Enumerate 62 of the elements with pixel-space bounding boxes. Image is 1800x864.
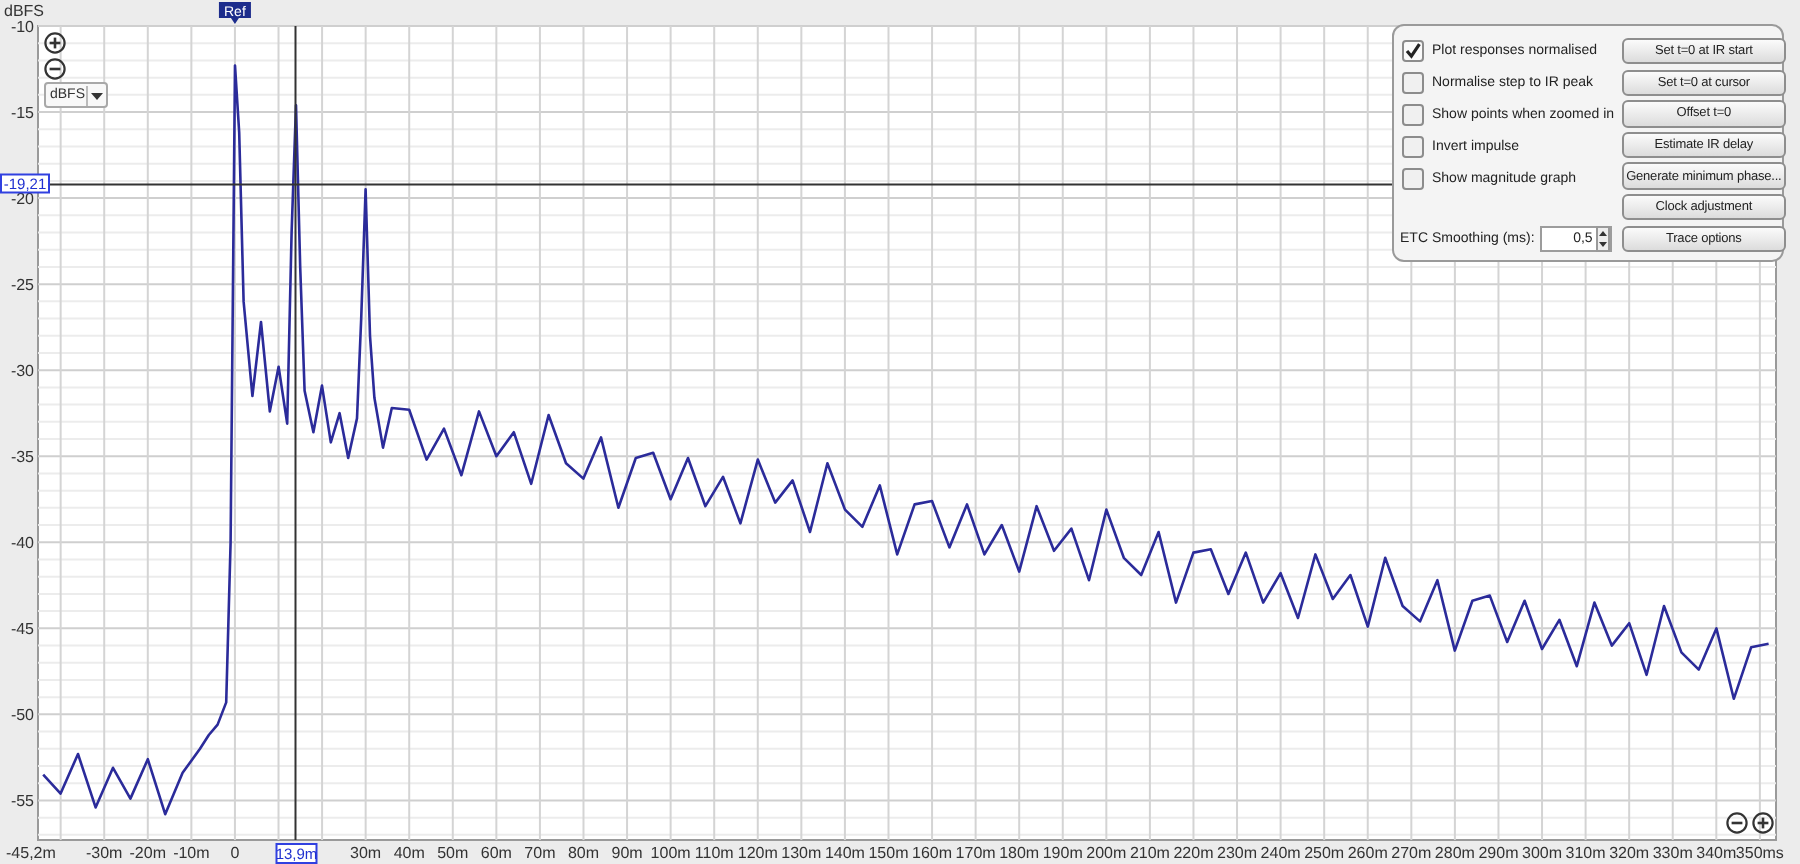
checkbox[interactable] [1402,135,1424,157]
tick-label: -15 [10,104,34,123]
tick-label: -20m [129,844,167,862]
tick-label: -20 [10,190,34,209]
tick-label: 350ms [1735,844,1784,862]
tick-label: 140m [824,844,865,862]
spinner-icon[interactable] [1596,226,1611,252]
tick-label: -30m [86,844,123,862]
tick-label: -55 [10,792,34,811]
zoom-in-icon[interactable] [44,32,66,54]
tick-label: 60m [480,844,512,862]
tick-label: 300m [1522,844,1563,862]
tick-label: 100m [650,844,691,862]
tick-label: 230m [1217,844,1258,862]
tick-label: -45 [10,620,34,639]
tick-label: -40 [10,534,34,553]
caret-icon [86,85,106,105]
tick-label: -45,2m [6,844,56,862]
tick-label: 190m [1042,844,1083,862]
tick-label: 80m [567,844,600,862]
tick-label: -30 [10,362,34,381]
cursor-line[interactable] [49,183,1393,186]
tick-label: -25 [10,276,34,295]
checkbox[interactable] [1402,103,1424,125]
tick-label: 330m [1652,844,1693,862]
tick-label: 50m [437,844,469,862]
checkbox[interactable] [1402,71,1424,93]
tick-label: -10m [173,844,210,862]
tick-label: 30m [350,844,382,862]
tick-label: 220m [1173,844,1214,862]
tick-label: 130m [781,844,822,862]
cursor-line[interactable] [294,25,297,841]
tick-label: 320m [1609,844,1650,862]
tick-label: 340m [1696,844,1737,862]
tick-label: -10 [10,18,34,36]
axis-title: dBFS [4,2,45,20]
tick-label: 180m [999,844,1040,862]
checkbox[interactable] [1402,167,1424,189]
tick-label: 170m [955,844,996,862]
tick-label: 0 [230,844,240,862]
tick-label: 150m [868,844,909,862]
zoom-out-icon[interactable] [1726,812,1748,834]
tick-label: 70m [524,844,556,862]
tick-label: 40m [393,844,425,862]
tick-label: 290m [1478,844,1519,862]
tick-label: 110m [694,844,734,862]
tick-label: 200m [1086,844,1127,862]
tick-label: -35 [10,448,34,467]
zoom-out-icon[interactable] [44,58,66,80]
tick-label: 160m [912,844,953,862]
tick-label: 250m [1304,844,1345,862]
tick-label: 210m [1129,844,1170,862]
checkbox[interactable] [1402,39,1424,61]
tick-label: -50 [10,706,34,725]
tick-label: 310m [1565,844,1606,862]
tick-label: 270m [1391,844,1432,862]
tick-label: 120m [737,844,778,862]
tick-label: 260m [1347,844,1388,862]
tick-label: 240m [1260,844,1301,862]
tick-label: 280m [1434,844,1475,862]
tick-label: 90m [611,844,643,862]
zoom-in-icon[interactable] [1752,812,1774,834]
